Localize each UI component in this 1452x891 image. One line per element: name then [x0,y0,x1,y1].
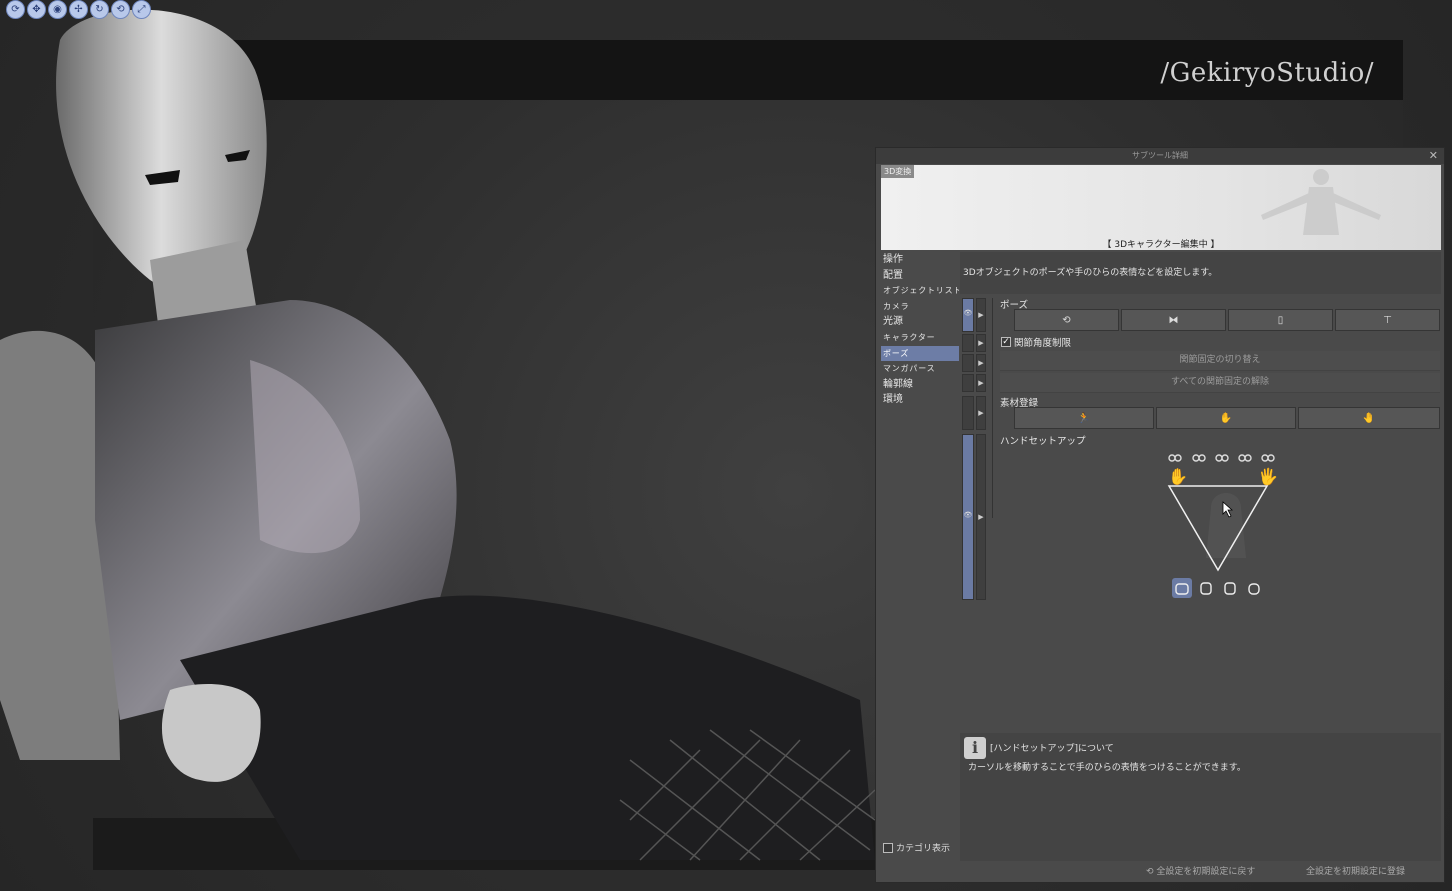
category-placement[interactable]: 配置 [881,268,959,284]
clipboard-icon: ▯ [1277,314,1284,326]
category-object-list[interactable]: オブジェクトリスト [881,283,959,299]
camera-pan-icon[interactable]: ✥ [27,0,46,19]
expand-arrow-icon[interactable]: ▶ [976,374,986,392]
category-display-label: カテゴリ表示 [896,844,951,854]
toggle-joint-fix-button[interactable]: 関節固定の切り替え [1000,351,1440,371]
category-outline[interactable]: 輪郭線 [881,377,959,393]
object-scale-icon[interactable]: ⤢ [132,0,151,19]
eye-icon[interactable] [962,354,974,372]
register-pose-icon: 🏃 [1077,412,1091,424]
joint-limit-label: 関節角度制限 [1014,338,1072,349]
category-display-toggle[interactable]: カテゴリ表示 [883,841,950,854]
eye-icon[interactable] [962,374,974,392]
reset-all-label: 全設定を初期設定に戻す [1156,867,1256,877]
t-pose-icon: ⊤ [1383,314,1392,326]
preview-area: 3D変換 【 3Dキャラクター編集中 】 [881,165,1441,250]
help-info-box: i [ハンドセットアップ]について カーソルを移動することで手のひらの表情をつけ… [960,733,1441,861]
category-pose[interactable]: ポーズ [881,345,959,362]
open-hand-icon: ✋ [1168,467,1188,486]
register-left-hand-icon: 🤚 [1362,412,1376,424]
eye-icon[interactable]: 👁 [962,434,974,600]
info-text: カーソルを移動することで手のひらの表情をつけることができます。 [968,763,1246,773]
panel-footer: カテゴリ表示 ⟲ 全設定を初期設定に戻す 全設定を初期設定に登録 [876,842,1444,882]
fist-hand-icon[interactable] [1244,578,1264,598]
hand-setup-controller[interactable]: ✋ 🖐 [1166,448,1286,598]
reset-all-settings-button[interactable]: ⟲ 全設定を初期設定に戻す [1146,864,1255,877]
category-light[interactable]: 光源 [881,314,959,330]
reset-pose-button[interactable]: ⟲ [1014,309,1119,331]
hand-target-selector [1172,578,1264,598]
object-rotate-xy-icon[interactable]: ↻ [90,0,109,19]
preview-caption: 【 3Dキャラクター編集中 】 [1102,240,1220,250]
release-all-joint-fix-button[interactable]: すべての関節固定の解除 [1000,373,1440,393]
right-hand-icon[interactable] [1196,578,1216,598]
register-default-settings-button[interactable]: 全設定を初期設定に登録 [1306,864,1405,877]
expand-arrow-icon[interactable]: ▶ [976,396,986,430]
clipboard-button[interactable]: ▯ [1228,309,1333,331]
category-camera[interactable]: カメラ [881,299,959,315]
reset-icon: ⟲ [1146,867,1157,877]
object-rotate-z-icon[interactable]: ⟲ [111,0,130,19]
flip-horizontal-button[interactable]: ⧓ [1121,309,1226,331]
category-description: 3Dオブジェクトのポーズや手のひらの表情などを設定します。 [960,252,1441,294]
expand-arrow-icon[interactable]: ▶ [976,354,986,372]
panel-title: サブツール詳細 [1132,151,1188,160]
category-operation[interactable]: 操作 [881,252,959,268]
section-divider [992,298,993,518]
joint-limit-checkbox[interactable]: ✓ [1001,337,1011,347]
object-move-icon[interactable]: ✢ [69,0,88,19]
eye-icon[interactable] [962,396,974,430]
both-hands-icon[interactable] [1172,578,1192,598]
finger-lock-icons [1168,454,1275,462]
3d-manipulator-toolbar: ⟳ ✥ ◉ ✢ ↻ ⟲ ⤢ [6,0,151,19]
subtool-detail-panel: サブツール詳細 ✕ 3D変換 【 3Dキャラクター編集中 】 操作 配置 オブジ… [875,147,1445,883]
eye-icon[interactable]: 👁 [962,298,974,332]
camera-zoom-icon[interactable]: ◉ [48,0,67,19]
close-icon[interactable]: ✕ [1429,148,1438,164]
hand-setup-label: ハンドセットアップ [1000,436,1086,447]
register-left-hand-button[interactable]: 🤚 [1298,407,1440,429]
hand-silhouette [1206,493,1246,558]
t-pose-button[interactable]: ⊤ [1335,309,1440,331]
panel-title-bar[interactable]: サブツール詳細 ✕ [876,148,1444,164]
category-display-checkbox[interactable] [883,842,893,853]
spread-hand-icon: 🖐 [1258,467,1278,487]
category-character[interactable]: キャラクター [881,330,959,346]
expand-arrow-icon[interactable]: ▶ [976,298,986,332]
flip-horizontal-icon: ⧓ [1168,314,1179,326]
eye-icon[interactable] [962,334,974,352]
expand-arrow-icon[interactable]: ▶ [976,434,986,600]
reset-pose-icon: ⟲ [1062,314,1071,326]
category-list: 操作 配置 オブジェクトリスト カメラ 光源 キャラクター ポーズ マンガパース… [881,252,959,408]
preview-tag: 3D変換 [881,165,915,178]
register-right-hand-icon: ✋ [1219,412,1233,424]
left-hand-icon[interactable] [1220,578,1240,598]
category-manga-perspective[interactable]: マンガパース [881,361,959,377]
register-right-hand-button[interactable]: ✋ [1156,407,1296,429]
category-environment[interactable]: 環境 [881,392,959,408]
camera-rotate-icon[interactable]: ⟳ [6,0,25,19]
info-icon: i [964,737,986,759]
info-title: [ハンドセットアップ]について [990,744,1114,754]
expand-arrow-icon[interactable]: ▶ [976,334,986,352]
register-pose-button[interactable]: 🏃 [1014,407,1154,429]
